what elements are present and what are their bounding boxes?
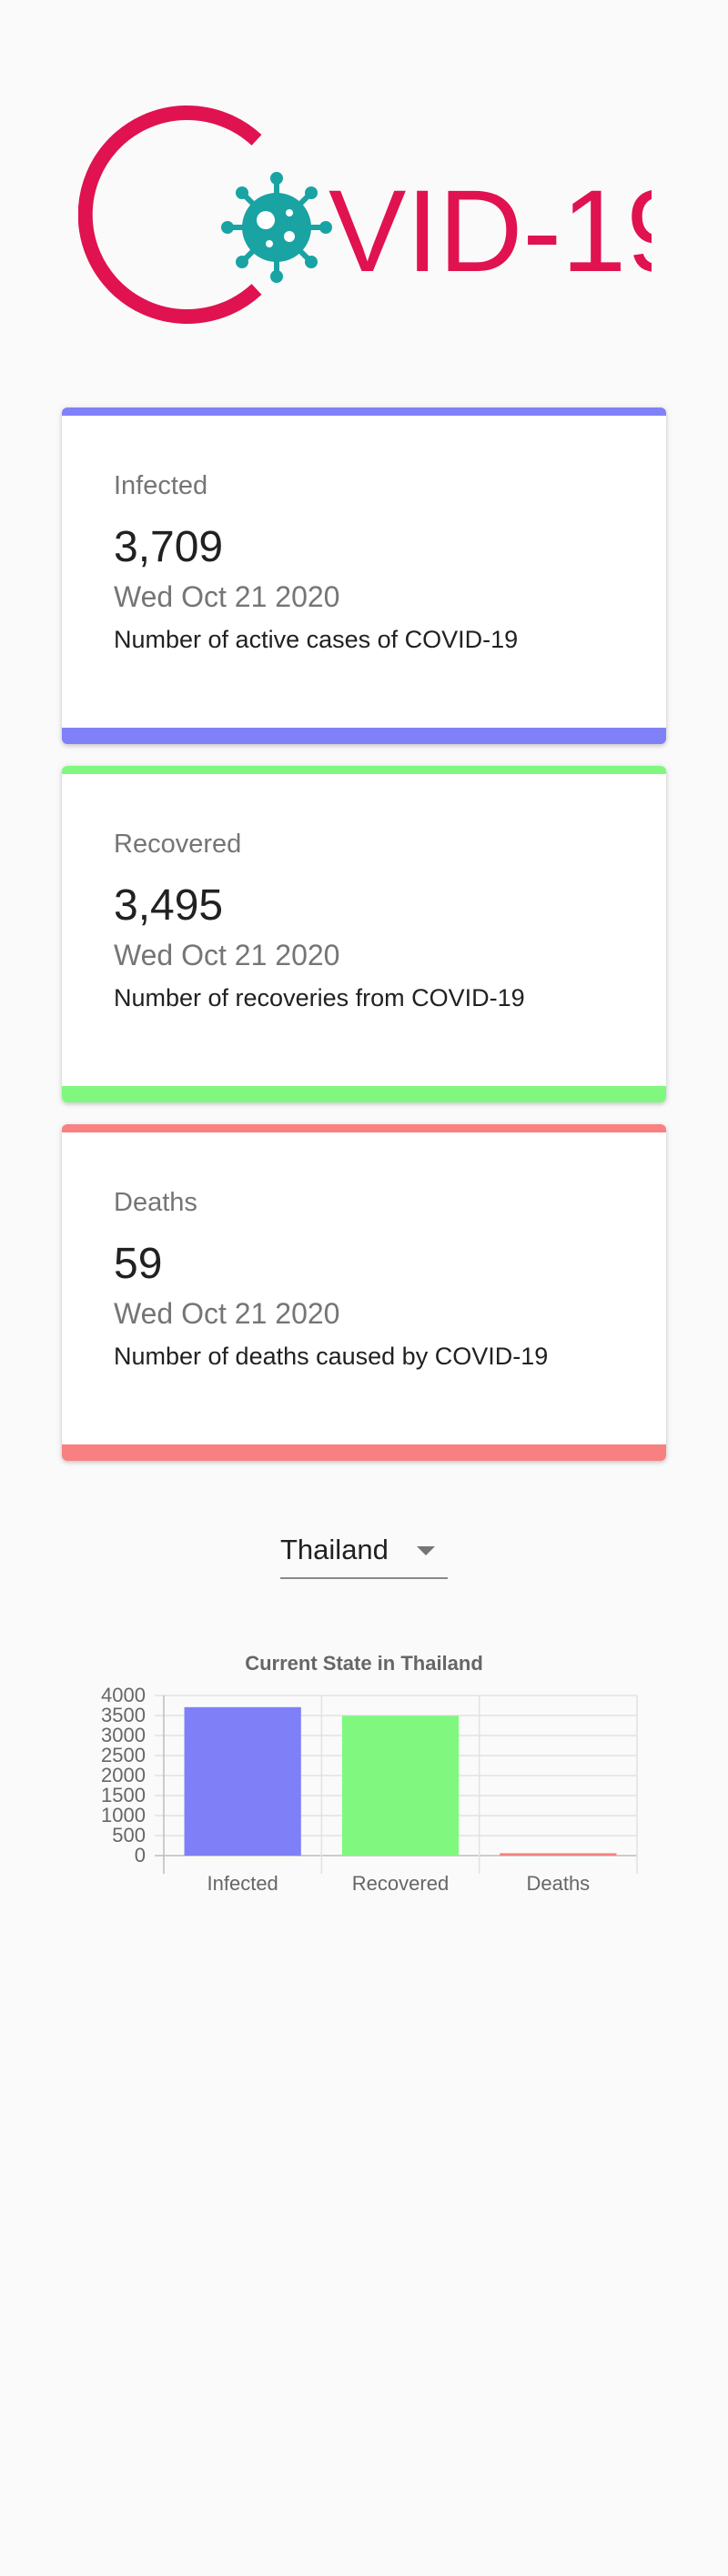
y-tick-label: 1500: [101, 1784, 146, 1806]
card-bottom-bar: [62, 1444, 666, 1461]
infected-card: Infected 3,709 Wed Oct 21 2020 Number of…: [62, 408, 666, 744]
card-value: 59: [114, 1240, 163, 1288]
card-title: Recovered: [114, 830, 242, 859]
bar-deaths[interactable]: [500, 1853, 617, 1856]
y-tick-label: 2500: [101, 1744, 146, 1766]
y-tick-label: 1000: [101, 1804, 146, 1826]
covid-19-logo: VID-19: [78, 106, 652, 324]
card-description: Number of recoveries from COVID-19: [114, 984, 525, 1011]
country-select[interactable]: Thailand: [280, 1521, 448, 1579]
bar-recovered[interactable]: [341, 1716, 460, 1856]
y-tick-label: 500: [112, 1824, 146, 1846]
bar-chart: Current State in Thailand 05001000150020…: [101, 1652, 638, 1895]
x-tick-label: Recovered: [352, 1872, 449, 1895]
card-top-bar: [62, 1124, 666, 1132]
card-date: Wed Oct 21 2020: [114, 939, 340, 971]
bar-infected[interactable]: [184, 1706, 301, 1856]
y-tick-label: 0: [135, 1844, 146, 1867]
card-title: Infected: [114, 471, 208, 500]
card-value: 3,495: [114, 881, 224, 930]
logo-text: VID-19: [329, 166, 652, 297]
card-value: 3,709: [114, 523, 224, 571]
card-date: Wed Oct 21 2020: [114, 580, 340, 613]
card-description: Number of deaths caused by COVID-19: [114, 1343, 549, 1370]
x-tick-label: Infected: [207, 1872, 278, 1895]
country-select-value: Thailand: [280, 1534, 389, 1565]
dropdown-arrow-icon[interactable]: [417, 1546, 435, 1555]
logo-c-ring: [78, 106, 262, 324]
card-bottom-bar: [62, 728, 666, 744]
recovered-card: Recovered 3,495 Wed Oct 21 2020 Number o…: [62, 766, 666, 1102]
chart-title: Current State in Thailand: [245, 1652, 483, 1675]
card-date: Wed Oct 21 2020: [114, 1297, 340, 1330]
card-bottom-bar: [62, 1086, 666, 1102]
y-tick-label: 2000: [101, 1764, 146, 1786]
y-tick-label: 3500: [101, 1704, 146, 1726]
y-tick-label: 3000: [101, 1724, 146, 1746]
deaths-card: Deaths 59 Wed Oct 21 2020 Number of deat…: [62, 1124, 666, 1461]
y-tick-label: 4000: [101, 1684, 146, 1706]
card-top-bar: [62, 766, 666, 774]
card-top-bar: [62, 408, 666, 416]
virus-icon: [221, 172, 332, 283]
x-tick-label: Deaths: [526, 1872, 590, 1895]
card-description: Number of active cases of COVID-19: [114, 626, 519, 653]
card-title: Deaths: [114, 1188, 197, 1217]
